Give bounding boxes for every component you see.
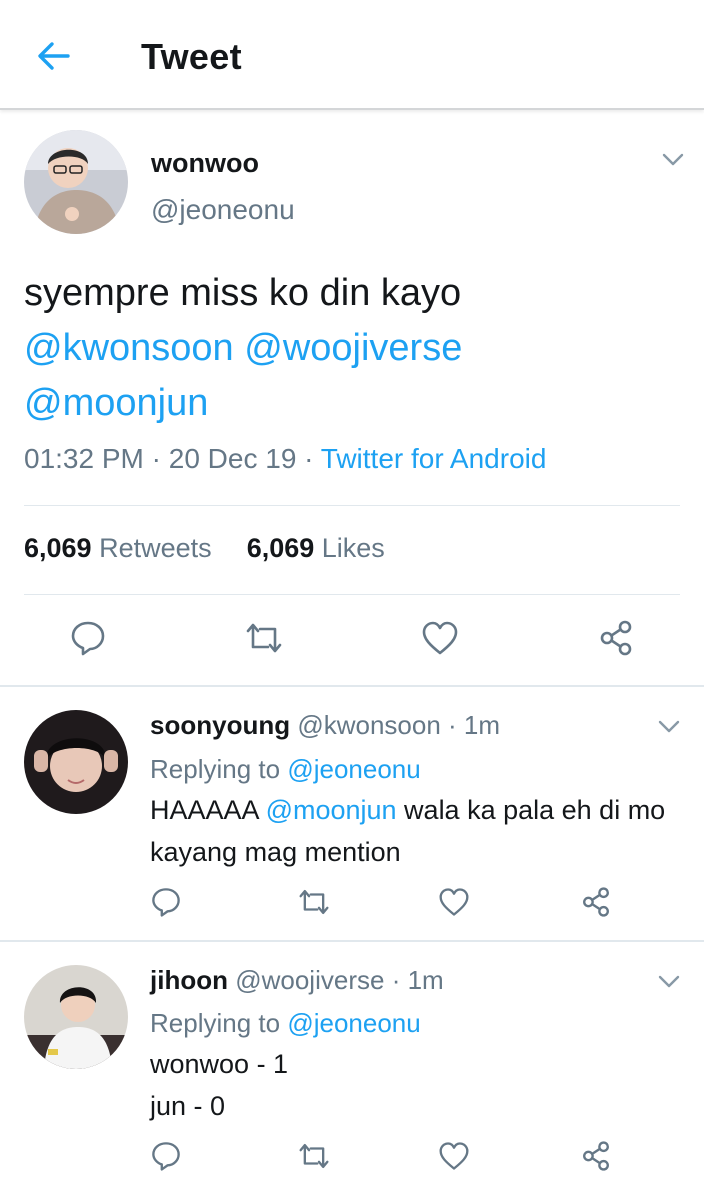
meta-separator: · bbox=[143, 443, 169, 474]
reply-header: jihoon @woojiverse · 1m bbox=[150, 965, 444, 996]
page-title: Tweet bbox=[141, 36, 242, 77]
author-handle[interactable]: @jeoneonu bbox=[151, 194, 295, 226]
reply-button[interactable] bbox=[144, 880, 188, 924]
tweet-stats: 6,069 Retweets 6,069 Likes bbox=[24, 533, 385, 564]
tweet-source-link[interactable]: Twitter for Android bbox=[321, 443, 547, 474]
reply-text-line: wonwoo - 1 bbox=[150, 1049, 289, 1079]
retweet-button[interactable] bbox=[292, 880, 336, 924]
like-button[interactable] bbox=[432, 1134, 476, 1178]
retweets-label: Retweets bbox=[99, 533, 212, 563]
tweet-date: 20 Dec 19 bbox=[168, 443, 297, 474]
chevron-down-icon bbox=[658, 720, 680, 733]
avatar-image bbox=[24, 710, 128, 814]
likes-label: Likes bbox=[321, 533, 385, 563]
reply-button[interactable] bbox=[144, 1134, 188, 1178]
reply-header: soonyoung @kwonsoon · 1m bbox=[150, 710, 500, 741]
replying-to-handle[interactable]: @jeoneonu bbox=[287, 754, 420, 784]
reply-age: · 1m bbox=[391, 965, 444, 995]
reply-text: HAAAAA @moonjun wala ka pala eh di mo ka… bbox=[150, 789, 670, 873]
retweet-icon bbox=[299, 890, 329, 914]
reply-text: wonwoo - 1 jun - 0 bbox=[150, 1043, 670, 1127]
chevron-down-icon bbox=[658, 975, 680, 988]
avatar[interactable] bbox=[24, 710, 128, 814]
mention-link[interactable]: @woojiverse bbox=[244, 327, 462, 369]
avatar[interactable] bbox=[24, 130, 128, 234]
back-arrow-icon bbox=[38, 42, 70, 70]
like-button[interactable] bbox=[432, 880, 476, 924]
retweets-count: 6,069 bbox=[24, 533, 92, 563]
reply-text-line: jun - 0 bbox=[150, 1091, 226, 1121]
mention-link[interactable]: @moonjun bbox=[266, 795, 397, 825]
replying-to: Replying to @jeoneonu bbox=[150, 1008, 421, 1039]
avatar-image bbox=[24, 965, 128, 1069]
replying-to-handle[interactable]: @jeoneonu bbox=[287, 1008, 420, 1038]
reply-icon bbox=[71, 621, 105, 656]
like-icon bbox=[439, 1142, 469, 1170]
top-app-bar: Tweet bbox=[0, 0, 704, 110]
mention-link[interactable]: @moonjun bbox=[24, 382, 208, 424]
back-button[interactable] bbox=[30, 32, 78, 80]
reply-options-button[interactable] bbox=[654, 967, 684, 997]
share-icon bbox=[583, 887, 609, 917]
divider bbox=[24, 594, 680, 595]
retweet-icon bbox=[299, 1144, 329, 1168]
retweet-icon bbox=[246, 623, 282, 653]
reply-button[interactable] bbox=[66, 616, 110, 660]
share-button[interactable] bbox=[574, 1134, 618, 1178]
divider bbox=[24, 505, 680, 506]
tweet-time: 01:32 PM bbox=[24, 443, 144, 474]
reply-display-name[interactable]: jihoon bbox=[150, 965, 228, 995]
share-button[interactable] bbox=[594, 616, 638, 660]
replying-to-label: Replying to bbox=[150, 754, 281, 784]
reply-options-button[interactable] bbox=[654, 712, 684, 742]
author-display-name[interactable]: wonwoo bbox=[151, 148, 259, 179]
retweet-button[interactable] bbox=[242, 616, 286, 660]
tweet-text: syempre miss ko din kayo @kwonsoon @wooj… bbox=[24, 266, 684, 431]
reply-handle[interactable]: @woojiverse bbox=[235, 965, 384, 995]
chevron-down-icon bbox=[662, 153, 684, 166]
mention-link[interactable]: @kwonsoon bbox=[24, 327, 234, 369]
likes-stat[interactable]: 6,069 Likes bbox=[247, 533, 385, 563]
likes-count: 6,069 bbox=[246, 533, 315, 563]
reply-text-part: HAAAAA bbox=[150, 795, 266, 825]
retweet-button[interactable] bbox=[292, 1134, 336, 1178]
like-icon bbox=[422, 621, 458, 655]
like-icon bbox=[439, 888, 469, 916]
tweet-meta: 01:32 PM · 20 Dec 19 · Twitter for Andro… bbox=[24, 443, 546, 475]
tweet-body: syempre miss ko din kayo bbox=[24, 272, 462, 314]
share-icon bbox=[600, 620, 632, 656]
reply-handle[interactable]: @kwonsoon bbox=[297, 710, 440, 740]
avatar-image bbox=[24, 130, 128, 234]
share-icon bbox=[583, 1141, 609, 1171]
reply-icon bbox=[152, 1142, 180, 1171]
reply-age: · 1m bbox=[448, 710, 501, 740]
reply-icon bbox=[152, 888, 180, 917]
meta-separator: · bbox=[296, 443, 321, 474]
replying-to-label: Replying to bbox=[150, 1008, 281, 1038]
avatar[interactable] bbox=[24, 965, 128, 1069]
reply-display-name[interactable]: soonyoung bbox=[150, 710, 290, 740]
tweet-options-button[interactable] bbox=[658, 145, 688, 175]
like-button[interactable] bbox=[418, 616, 462, 660]
replying-to: Replying to @jeoneonu bbox=[150, 754, 421, 785]
share-button[interactable] bbox=[574, 880, 618, 924]
divider bbox=[0, 940, 704, 942]
retweets-stat[interactable]: 6,069 Retweets bbox=[24, 533, 212, 563]
divider bbox=[0, 685, 704, 687]
